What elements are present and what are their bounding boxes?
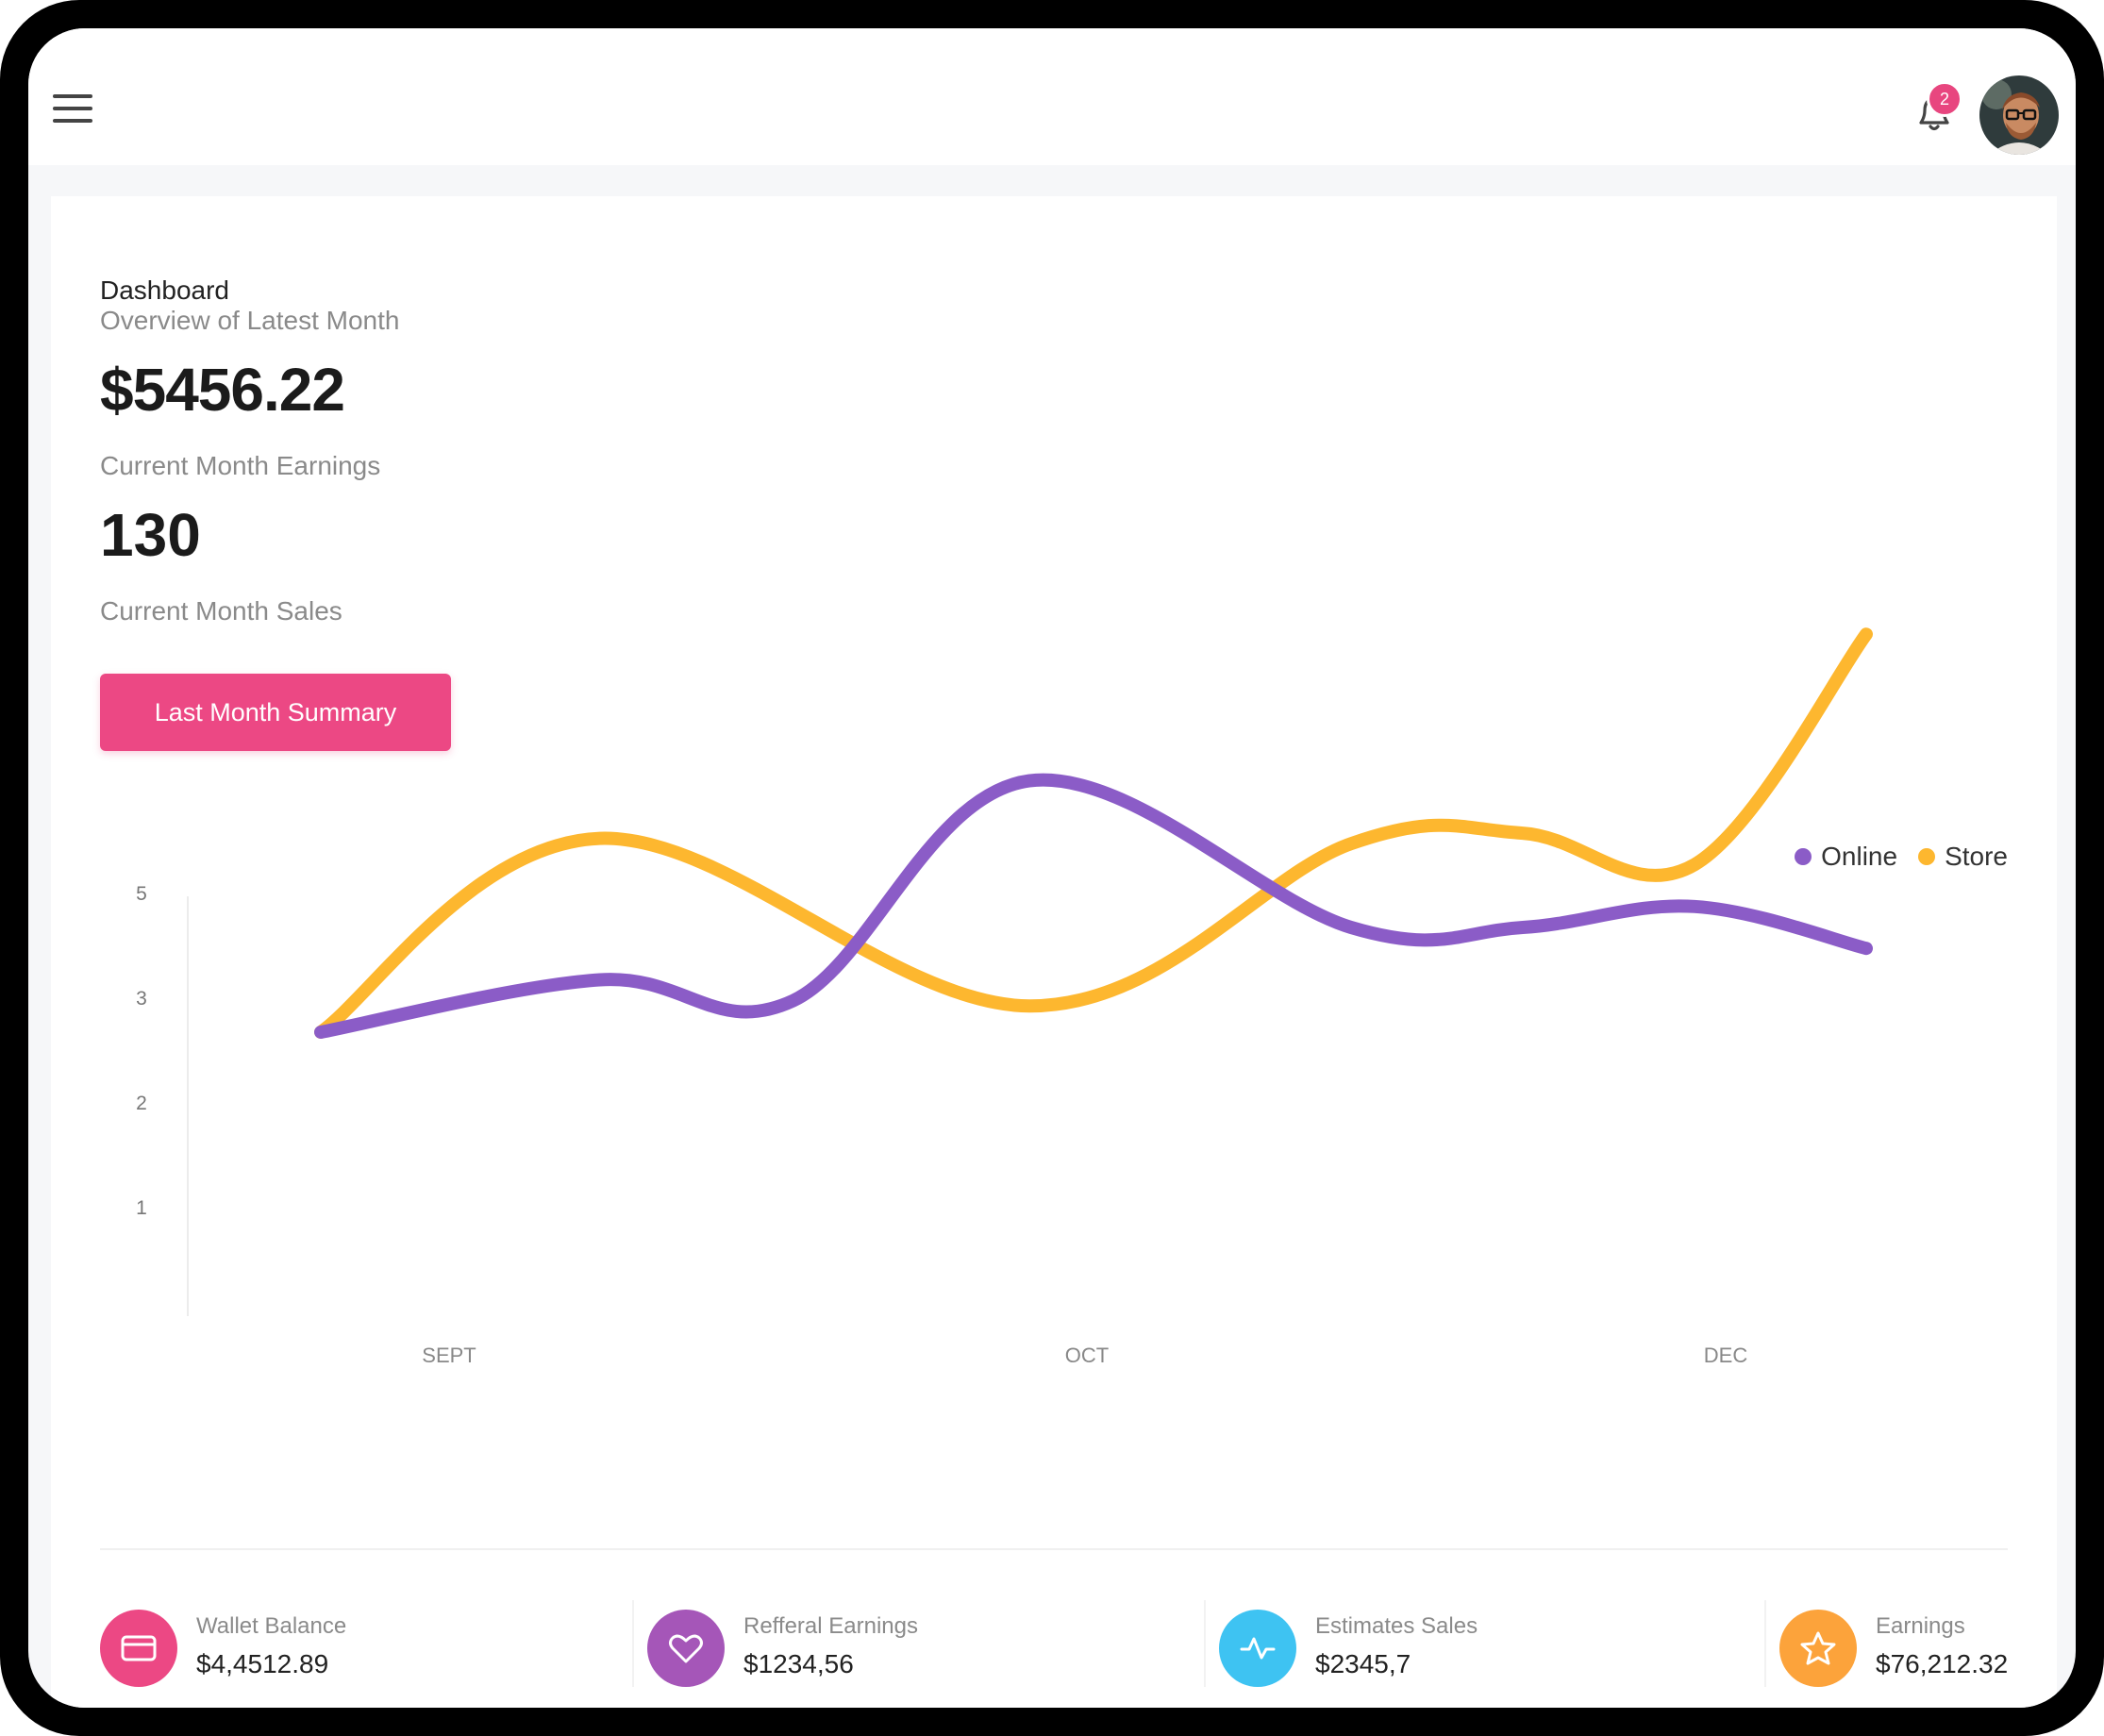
stat-label: Earnings xyxy=(1876,1613,1965,1639)
top-bar: 2 xyxy=(28,28,2076,165)
stat-value: $4,4512.89 xyxy=(196,1649,329,1678)
y-tick-label: 1 xyxy=(136,1197,147,1219)
stat-divider xyxy=(1204,1600,1206,1687)
stat-divider xyxy=(632,1600,634,1687)
y-tick-label: 2 xyxy=(136,1093,147,1114)
notification-badge: 2 xyxy=(1927,81,1962,117)
stat-label: Estimates Sales xyxy=(1315,1613,1478,1639)
dashboard-card: Dashboard Overview of Latest Month $5456… xyxy=(51,196,2057,1708)
credit-card-icon xyxy=(100,1610,177,1687)
stat-label: Refferal Earnings xyxy=(743,1613,918,1639)
x-tick-label: SEPT xyxy=(422,1344,476,1367)
stat-divider xyxy=(1764,1600,1766,1687)
stat-label: Wallet Balance xyxy=(196,1613,347,1639)
stat-value: $2345,7 xyxy=(1315,1649,1411,1678)
avatar[interactable] xyxy=(1979,75,2059,155)
y-tick-label: 3 xyxy=(136,988,147,1010)
activity-icon xyxy=(1219,1610,1296,1687)
x-tick-label: OCT xyxy=(1065,1344,1109,1367)
stat-value: $1234,56 xyxy=(743,1649,854,1678)
heart-icon xyxy=(647,1610,725,1687)
stats-divider xyxy=(100,1548,2008,1550)
x-tick-label: DEC xyxy=(1704,1344,1748,1367)
device-frame: 2 Dashboard Overview of Latest Month $54… xyxy=(0,0,2104,1736)
app-screen: 2 Dashboard Overview of Latest Month $54… xyxy=(28,28,2076,1708)
stat-value: $76,212.32 xyxy=(1876,1649,2009,1678)
star-icon xyxy=(1779,1610,1857,1687)
series-line-store xyxy=(314,627,1873,1039)
sales-line-chart: 5 3 2 1 SEPT OCT DEC xyxy=(136,627,1873,1367)
hamburger-menu-icon[interactable] xyxy=(53,94,94,126)
stats-row: Wallet Balance $4,4512.89 Refferal Earni… xyxy=(51,1593,2057,1706)
y-tick-label: 5 xyxy=(136,883,147,905)
